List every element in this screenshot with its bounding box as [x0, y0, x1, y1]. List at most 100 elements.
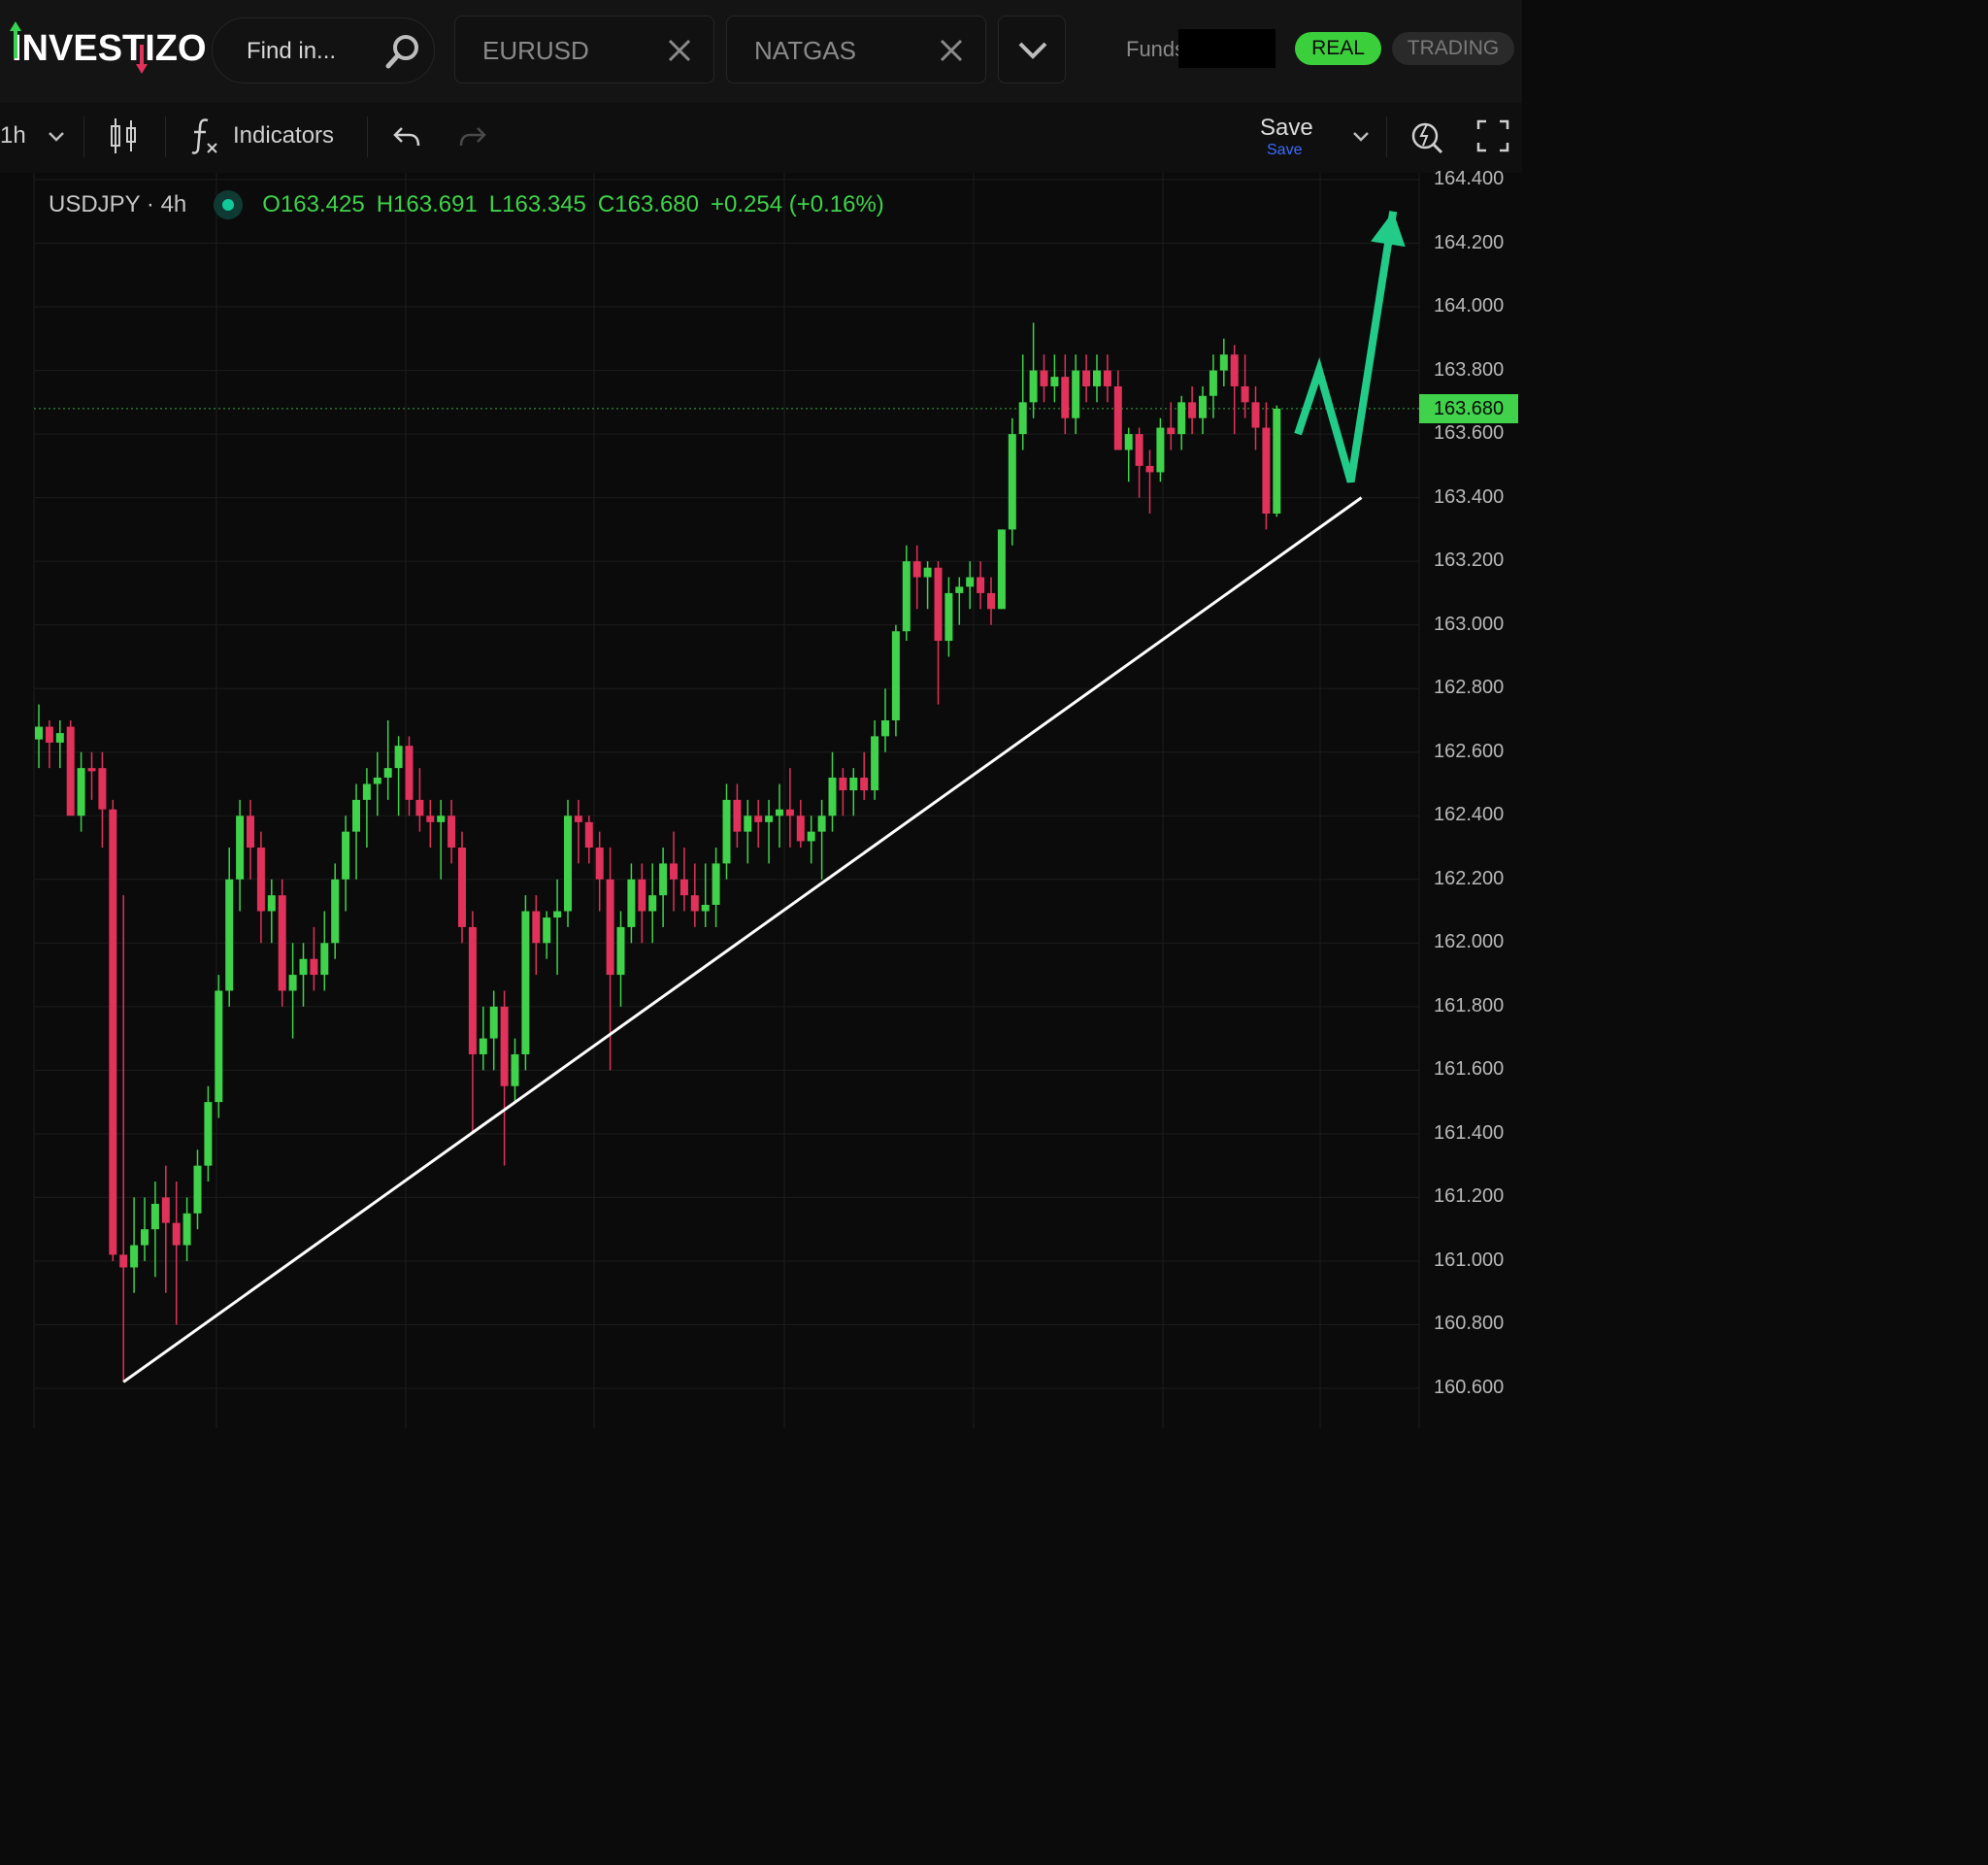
- candle-body: [447, 816, 456, 849]
- change-value: +0.254 (+0.16%): [711, 191, 884, 217]
- price-axis-label: 164.200: [1434, 231, 1505, 253]
- candle-body: [1029, 370, 1038, 403]
- candle-body: [881, 719, 889, 737]
- candle-body: [1230, 354, 1239, 386]
- divider: [165, 117, 166, 157]
- candle-body: [247, 816, 254, 849]
- candle-body: [130, 1245, 139, 1268]
- candle-body: [1145, 465, 1154, 473]
- projection-arrow: [1294, 211, 1398, 483]
- candle-body: [1040, 370, 1048, 386]
- candle-body: [817, 816, 826, 832]
- tab-label: NATGAS: [754, 36, 856, 65]
- candle-body: [437, 816, 446, 822]
- search-icon[interactable]: [383, 32, 422, 71]
- candle-body: [1008, 434, 1016, 530]
- redo-icon[interactable]: [458, 122, 487, 151]
- chevron-down-icon[interactable]: [1351, 130, 1371, 144]
- candle-body: [161, 1197, 170, 1223]
- candle-body: [1061, 377, 1070, 418]
- candle-body: [373, 777, 381, 784]
- candle-body: [912, 561, 921, 578]
- candle-body: [500, 1006, 509, 1086]
- tab-eurusd[interactable]: EURUSD: [454, 16, 714, 83]
- candle-body: [891, 631, 900, 720]
- candle-body: [66, 726, 75, 816]
- price-axis-label: 164.000: [1434, 295, 1505, 317]
- save-status-label: Save: [1267, 142, 1303, 158]
- real-mode-button[interactable]: REAL: [1295, 32, 1381, 65]
- candle-body: [405, 746, 414, 800]
- funds-value-redacted: [1178, 29, 1276, 68]
- candle-body: [362, 783, 371, 800]
- top-bar: INVESTIZO Find in... EURUSD NATGAS Funds…: [0, 0, 1522, 103]
- candle-body: [394, 746, 403, 769]
- candle-body: [1103, 370, 1111, 386]
- divider: [83, 117, 84, 157]
- price-axis-label: 163.600: [1434, 422, 1505, 445]
- chevron-down-icon: [1018, 42, 1047, 59]
- candle-body: [1113, 385, 1122, 450]
- candle-body: [1262, 427, 1271, 515]
- candle-type-icon[interactable]: [107, 117, 140, 155]
- candle-body: [977, 577, 985, 593]
- candle-body: [564, 816, 572, 912]
- fullscreen-icon[interactable]: [1475, 118, 1510, 153]
- chevron-down-icon[interactable]: [47, 130, 66, 144]
- candle-body: [1199, 395, 1207, 418]
- undo-icon[interactable]: [392, 122, 421, 151]
- candle-body: [426, 816, 435, 822]
- candle-body: [966, 577, 975, 587]
- candle-body: [860, 777, 869, 791]
- tab-label: EURUSD: [482, 36, 589, 65]
- quick-search-icon[interactable]: [1409, 117, 1444, 155]
- candle-body: [236, 816, 245, 880]
- interval-select[interactable]: 1h: [0, 122, 26, 150]
- price-axis-label: 162.800: [1434, 677, 1505, 699]
- high-value: H163.691: [376, 191, 478, 217]
- trading-mode-button[interactable]: TRADING: [1392, 32, 1514, 65]
- search-box[interactable]: Find in...: [212, 17, 435, 83]
- candle-body: [638, 879, 646, 912]
- market-status-icon: [214, 190, 244, 219]
- close-icon[interactable]: [937, 36, 966, 65]
- candle-body: [616, 926, 625, 976]
- logo-up-arrow-icon: [10, 21, 21, 58]
- candle-body: [574, 816, 582, 822]
- candle-body: [828, 777, 837, 816]
- candle-body: [193, 1165, 202, 1214]
- candle-body: [119, 1254, 128, 1268]
- candle-body: [733, 799, 742, 832]
- chart-legend: USDJPY · 4h O163.425 H163.691 L163.345 C…: [49, 188, 896, 221]
- candle-body: [807, 831, 815, 842]
- candle-body: [1124, 434, 1133, 450]
- more-tabs-button[interactable]: [998, 16, 1066, 83]
- tab-natgas[interactable]: NATGAS: [726, 16, 986, 83]
- close-value: C163.680: [597, 191, 699, 217]
- candle-body: [172, 1222, 181, 1246]
- candle-body: [744, 816, 752, 832]
- price-axis-label: 163.200: [1434, 550, 1505, 572]
- candle-body: [1135, 434, 1143, 466]
- function-icon[interactable]: [190, 117, 219, 155]
- candle-body: [987, 592, 995, 610]
- search-input[interactable]: Find in...: [247, 38, 336, 65]
- candle-body: [606, 879, 614, 976]
- price-axis-label: 160.800: [1434, 1313, 1505, 1335]
- candle-body: [415, 799, 424, 816]
- close-icon[interactable]: [665, 36, 694, 65]
- candle-body: [35, 726, 43, 740]
- logo[interactable]: INVESTIZO: [8, 21, 207, 76]
- price-axis-label: 164.400: [1434, 168, 1505, 189]
- indicators-button[interactable]: Indicators: [233, 122, 334, 150]
- candle-body: [690, 895, 699, 912]
- candle-body: [648, 895, 657, 912]
- candle-body: [944, 592, 953, 642]
- candle-body: [310, 958, 318, 976]
- price-chart[interactable]: [0, 173, 1522, 1428]
- candle-body: [670, 863, 678, 880]
- candle-body: [109, 809, 117, 1255]
- candle-body: [595, 848, 604, 880]
- save-layout-button[interactable]: Save: [1260, 115, 1313, 142]
- candle-body: [489, 1006, 498, 1039]
